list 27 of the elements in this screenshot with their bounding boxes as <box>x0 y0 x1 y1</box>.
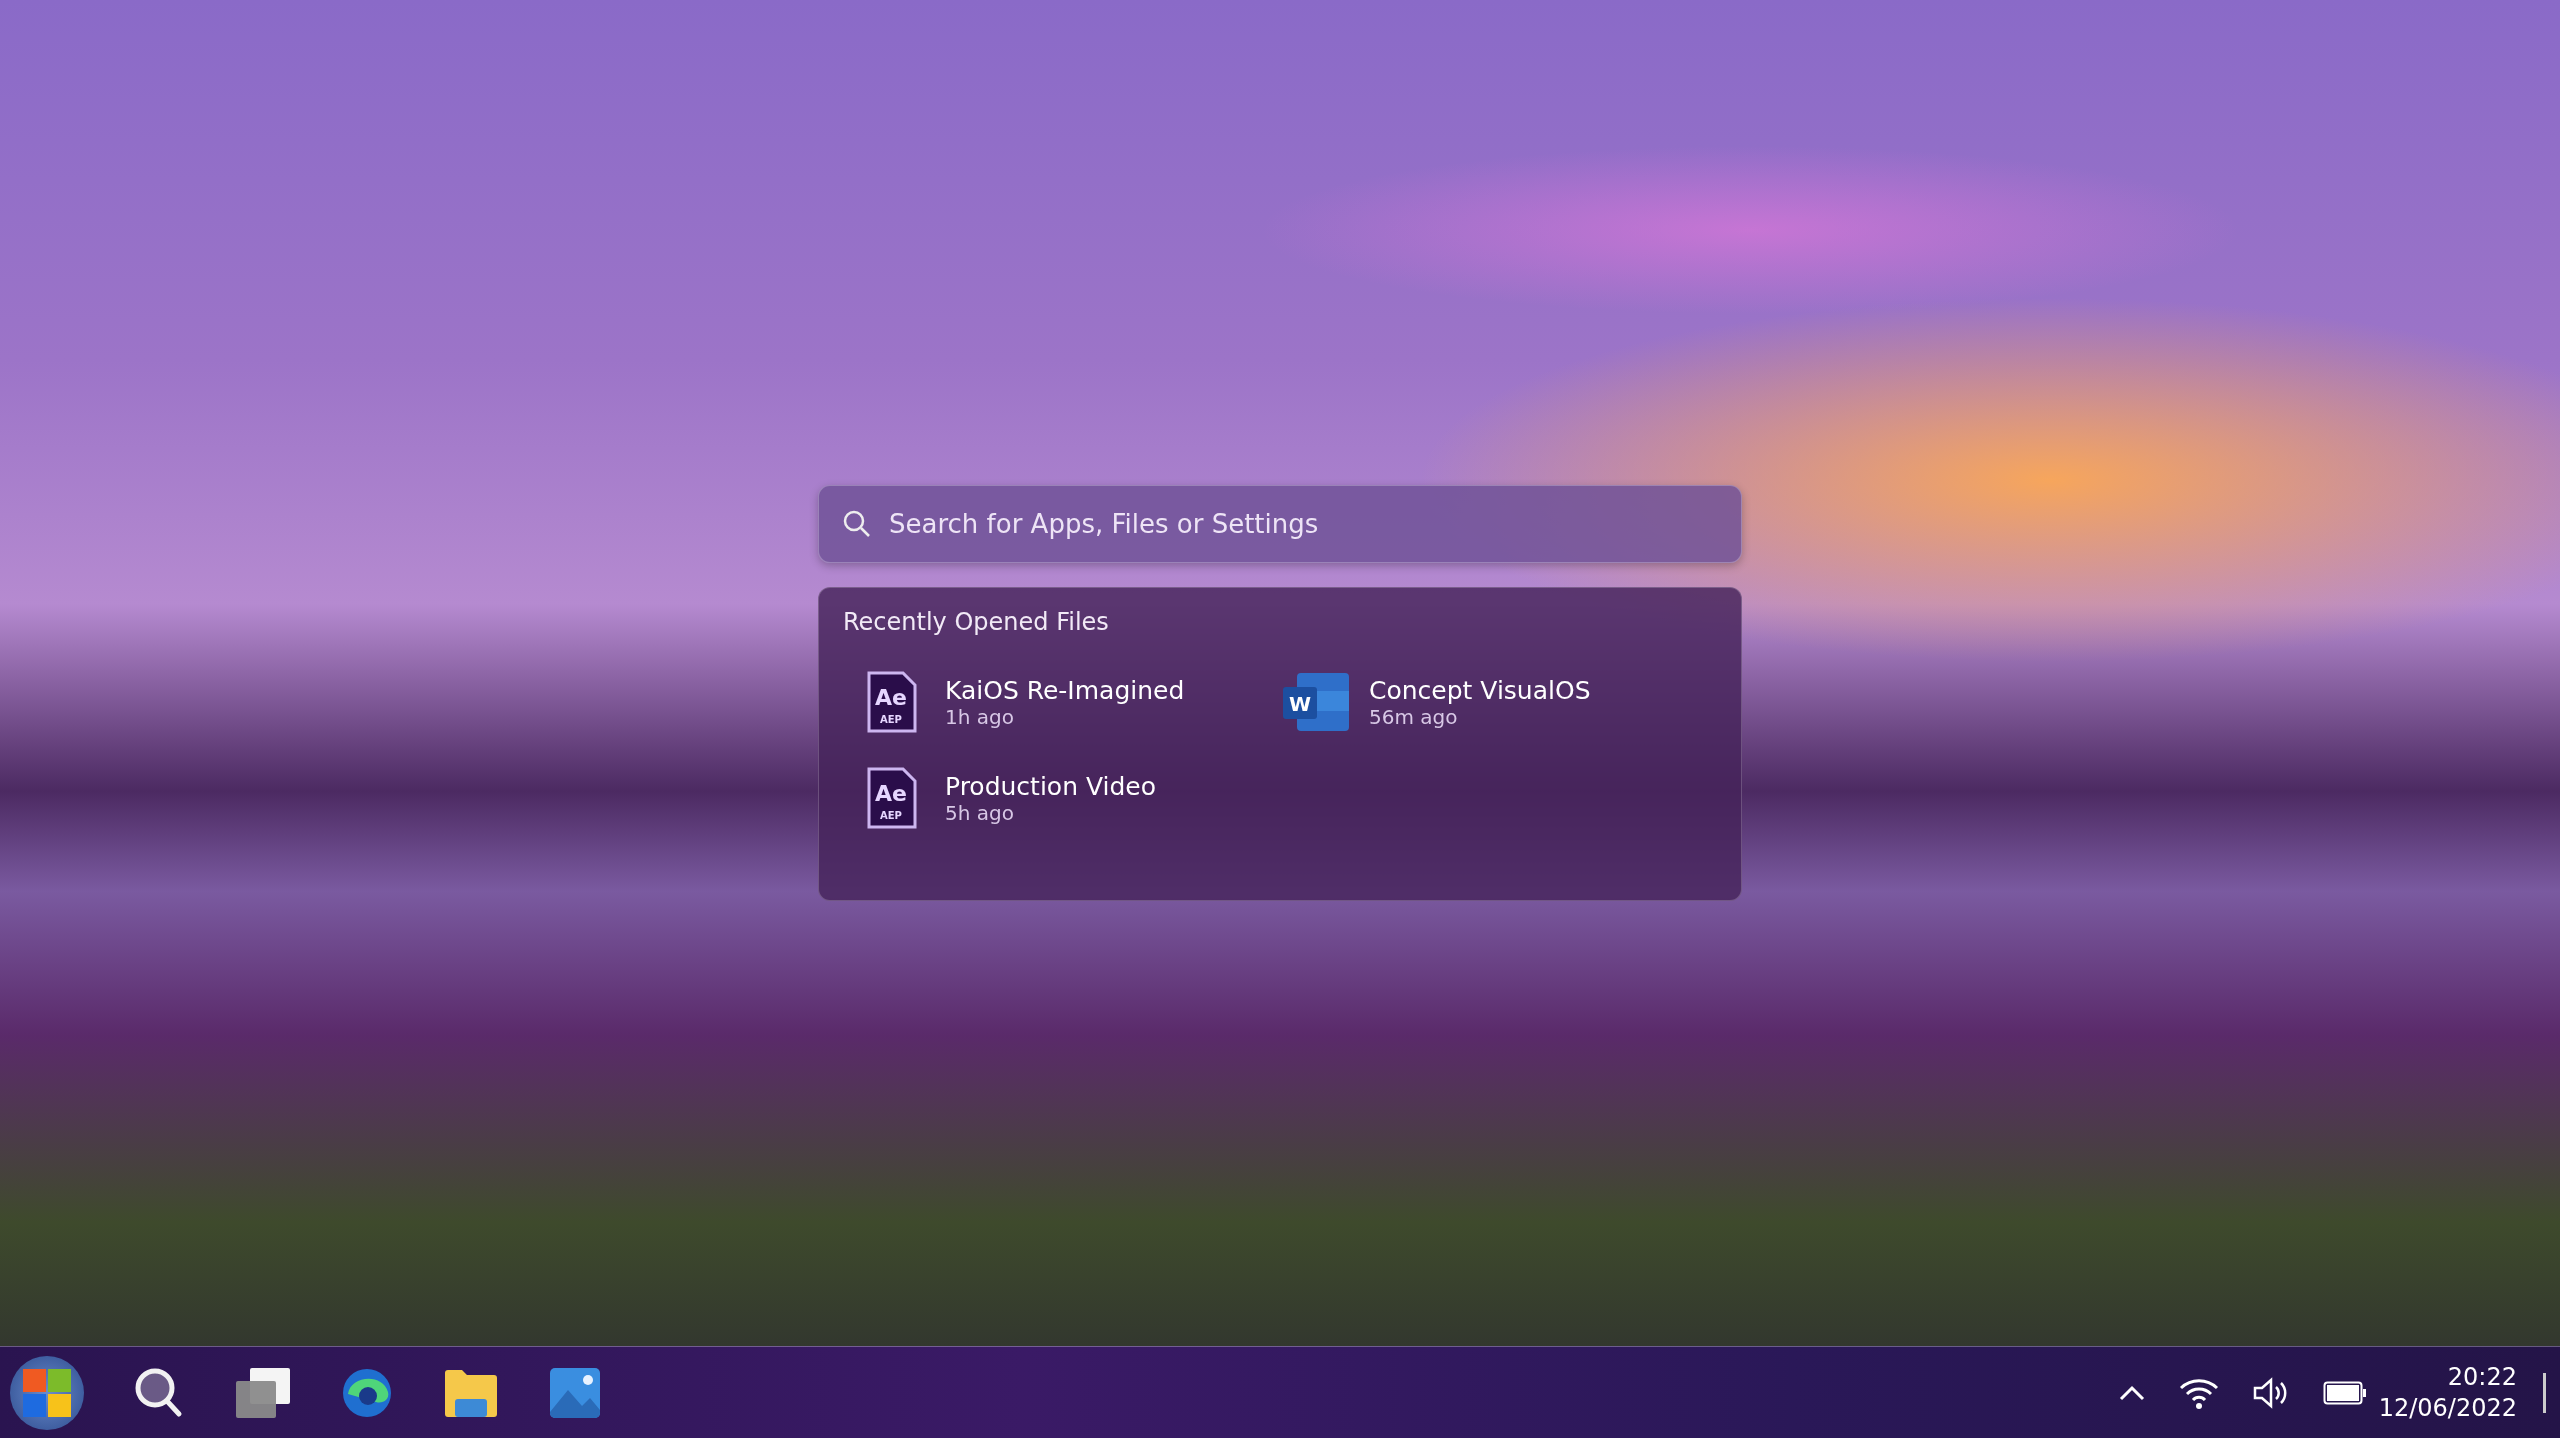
clock-time: 20:22 <box>2447 1361 2517 1393</box>
after-effects-file-icon: Ae AEP <box>866 766 918 830</box>
section-title: Recently Opened Files <box>843 608 1109 636</box>
search-field[interactable]: Search for Apps, Files or Settings <box>818 485 1742 563</box>
overlapping-windows-icon <box>236 1367 290 1418</box>
file-time: 1h ago <box>945 704 1015 729</box>
folder-icon <box>444 1368 498 1417</box>
file-name: KaiOS Re-Imagined <box>945 675 1185 705</box>
battery-icon[interactable] <box>2322 1380 2367 1405</box>
file-item[interactable]: W Concept VisualOS 56m ago <box>1281 670 1717 734</box>
landscape-picture-icon <box>550 1367 600 1418</box>
search-icon <box>842 509 872 539</box>
clock[interactable]: 20:22 12/06/2022 <box>2378 1361 2517 1424</box>
search-icon <box>135 1367 183 1418</box>
clock-date: 12/06/2022 <box>2378 1392 2517 1424</box>
wifi-icon[interactable] <box>2178 1376 2219 1409</box>
edge-browser-icon <box>342 1367 392 1418</box>
file-name: Concept VisualOS <box>1369 675 1591 705</box>
file-item[interactable]: Ae AEP KaiOS Re-Imagined 1h ago <box>857 670 1281 734</box>
speaker-icon[interactable] <box>2252 1376 2289 1409</box>
file-name: Production Video <box>945 771 1156 801</box>
chevron-up-icon[interactable] <box>2118 1384 2145 1401</box>
file-time: 56m ago <box>1369 704 1459 729</box>
file-item[interactable]: Ae AEP Production Video 5h ago <box>857 766 1281 830</box>
windows-logo-icon <box>22 1367 72 1418</box>
file-time: 5h ago <box>945 800 1015 825</box>
after-effects-file-icon: Ae AEP <box>866 670 918 734</box>
